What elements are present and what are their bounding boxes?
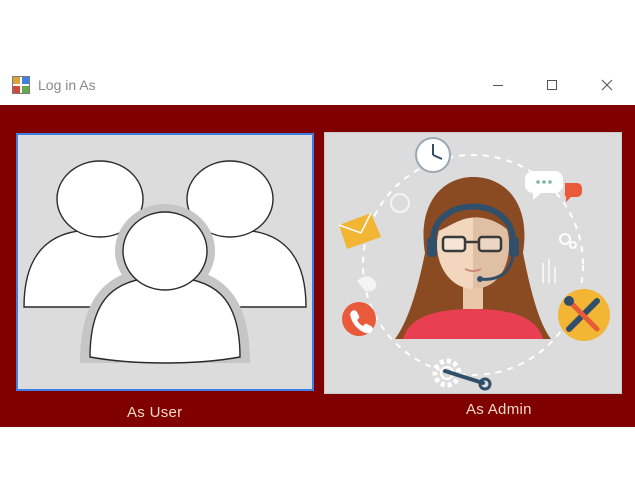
users-group-icon [23, 160, 307, 364]
minimize-icon [493, 85, 503, 86]
login-window: Log in As As User As Admin [0, 67, 635, 427]
maximize-icon [547, 80, 557, 90]
maximize-button[interactable] [529, 67, 575, 103]
window-title: Log in As [38, 77, 96, 93]
close-icon [601, 79, 613, 91]
mail-icon [338, 212, 381, 249]
user-login-button[interactable] [16, 133, 314, 391]
admin-option-label[interactable]: As Admin [466, 401, 532, 418]
close-button[interactable] [584, 67, 630, 103]
agent-avatar [395, 177, 551, 339]
client-area: As User As Admin [0, 105, 635, 427]
user-option-label[interactable]: As User [127, 404, 182, 421]
tools-icon [558, 289, 610, 341]
minimize-button[interactable] [475, 67, 521, 103]
clock-icon [415, 137, 451, 173]
admin-login-button[interactable] [324, 132, 622, 394]
chat-icon [525, 171, 582, 202]
phone-icon [342, 302, 376, 336]
app-icon [12, 76, 30, 94]
title-bar[interactable]: Log in As [0, 67, 635, 105]
settings-wrench-icon [432, 358, 492, 391]
support-agent-illustration [338, 137, 610, 391]
